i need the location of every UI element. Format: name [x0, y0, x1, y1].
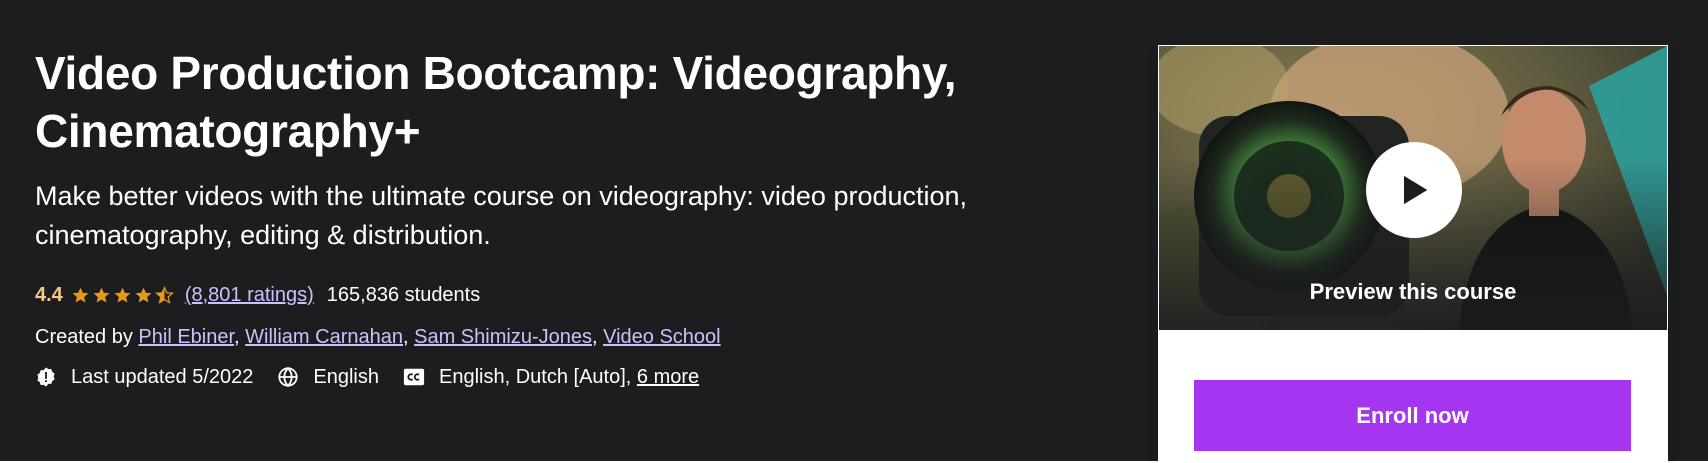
- course-meta-row: Last updated 5/2022 English English, Dut…: [35, 363, 1085, 391]
- course-subtitle: Make better videos with the ultimate cou…: [35, 181, 968, 250]
- created-by-row: Created by Phil Ebiner, William Carnahan…: [35, 323, 1085, 351]
- star-rating: [71, 285, 176, 305]
- instructor-link[interactable]: Phil Ebiner: [138, 326, 234, 348]
- enroll-now-button[interactable]: Enroll now: [1194, 380, 1631, 451]
- play-button[interactable]: [1366, 142, 1462, 238]
- last-updated-text: Last updated 5/2022: [71, 366, 254, 388]
- course-captions: English, Dutch [Auto], 6 more: [403, 363, 699, 391]
- instructor-separator: ,: [591, 326, 598, 348]
- captions-text: English, Dutch [Auto],: [439, 366, 632, 388]
- rating-row: 4.4 (8,801 ratings) 165,836 students: [35, 281, 1085, 309]
- instructor-link[interactable]: William Carnahan: [245, 326, 403, 348]
- ratings-count-link[interactable]: (8,801 ratings): [185, 281, 314, 309]
- star-icon: [72, 287, 89, 303]
- play-icon: [1404, 175, 1428, 205]
- last-updated: Last updated 5/2022: [35, 363, 253, 391]
- rating-number: 4.4: [35, 284, 63, 306]
- half-star-icon: [154, 285, 174, 304]
- course-title: Video Production Bootcamp: Videography, …: [35, 47, 957, 157]
- students-count: 165,836 students: [326, 284, 481, 306]
- course-preview-video[interactable]: Preview this course: [1159, 46, 1667, 330]
- course-hero: Video Production Bootcamp: Videography, …: [0, 0, 1708, 463]
- created-by-label: Created by: [35, 326, 133, 348]
- course-language: English: [277, 363, 379, 391]
- course-sidebar: Preview this course Enroll now: [1158, 45, 1668, 463]
- more-captions-link[interactable]: 6 more: [637, 363, 699, 391]
- star-icon: [114, 287, 131, 303]
- instructor-link[interactable]: Sam Shimizu-Jones: [414, 326, 592, 348]
- star-icon: [135, 287, 152, 303]
- instructor-separator: ,: [234, 326, 240, 348]
- star-icon: [93, 287, 110, 303]
- language-text: English: [313, 366, 379, 388]
- instructor-separator: ,: [403, 326, 409, 348]
- closed-captions-icon: [403, 368, 425, 386]
- globe-icon: [278, 367, 299, 387]
- alert-badge-icon: [37, 367, 55, 387]
- course-info: Video Production Bootcamp: Videography, …: [35, 44, 1085, 391]
- preview-course-label: Preview this course: [1309, 279, 1517, 304]
- instructor-link[interactable]: Video School: [603, 326, 721, 348]
